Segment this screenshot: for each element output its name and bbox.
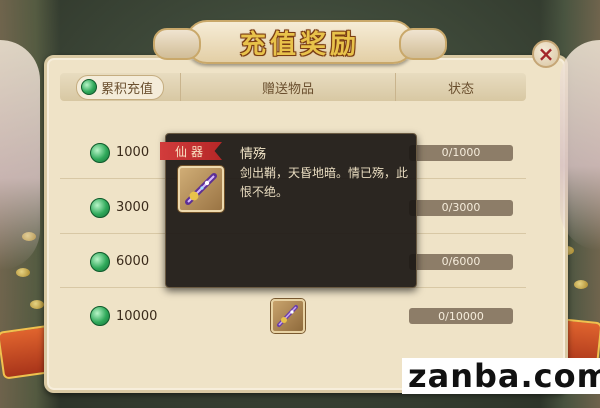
jade-gem-icon [90,142,110,163]
site-watermark: zanba.com [402,358,600,394]
recharge-amount: 6000 [116,254,150,269]
table-row: 10000 0/10000 [60,290,526,342]
recharge-amount-cell: 6000 [60,251,180,272]
gold-coin-decoration [16,268,30,277]
gold-coin-decoration [30,300,44,309]
header-label-recharge: 累积充值 [100,81,153,97]
header-cumulative-recharge: 累积充值 [60,74,180,100]
sword-icon [185,173,217,205]
status-progress: 0/10000 [409,308,513,324]
recharge-amount: 1000 [116,145,150,160]
jade-gem-icon [80,79,97,95]
table-header: 累积充值 赠送物品 状态 [60,73,526,101]
title-banner: 充值奖励 [153,20,447,64]
status-cell: 0/10000 [396,308,526,324]
jade-gem-icon [90,306,110,326]
item-rarity-tag: 仙器 [160,142,222,160]
status-progress: 0/3000 [409,199,513,216]
header-pill: 累积充值 [75,74,164,100]
jade-gem-icon [90,197,110,218]
silk-drape-right [560,40,600,250]
close-icon: × [537,42,555,66]
status-progress: 0/6000 [409,253,513,270]
jade-gem-icon [90,251,110,272]
status-progress: 0/1000 [409,144,513,161]
recharge-amount-cell: 3000 [60,197,180,218]
item-name: 情殇 [240,147,267,162]
recharge-amount: 10000 [116,308,158,324]
item-description: 剑出鞘，天昏地暗。情已殇，此恨不绝。 [240,166,409,199]
recharge-amount: 3000 [116,200,150,215]
silk-drape-left [0,40,40,270]
header-gift-items: 赠送物品 [180,73,396,101]
tooltip-item-slot [178,166,224,212]
gold-coin-decoration [574,280,588,289]
item-tooltip: 仙器 情殇 剑出鞘，天昏地暗。情已殇，此恨不绝。 [160,133,417,288]
panel-title: 充值奖励 [239,29,360,60]
reward-item-slot[interactable] [271,299,305,333]
sword-icon [277,305,298,327]
recharge-amount-cell: 10000 [60,306,180,326]
header-status: 状态 [447,81,474,97]
close-button[interactable]: × [532,40,560,68]
gift-items-cell [180,299,396,333]
